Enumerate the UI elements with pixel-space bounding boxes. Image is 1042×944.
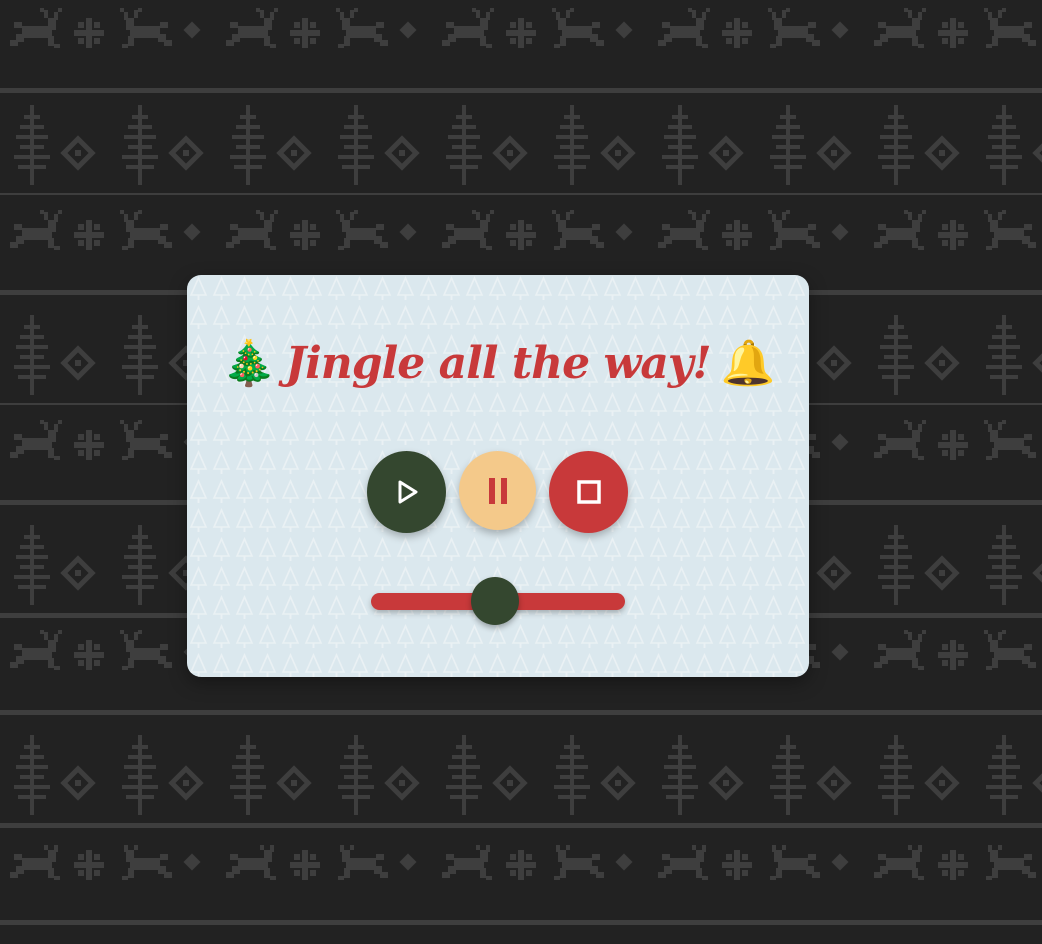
player-title: 🎄 Jingle all the way! 🔔 [187,325,809,400]
pause-icon [488,477,507,504]
music-player-card: 🎄 Jingle all the way! 🔔 [187,275,809,677]
play-icon [398,480,417,504]
pause-button[interactable] [459,451,536,530]
christmas-tree-icon: 🎄 [221,337,276,389]
bell-icon: 🔔 [720,337,776,389]
title-text: Jingle all the way! [285,337,711,389]
stop-icon [576,480,601,504]
play-button[interactable] [367,451,446,533]
stop-button[interactable] [549,451,628,533]
